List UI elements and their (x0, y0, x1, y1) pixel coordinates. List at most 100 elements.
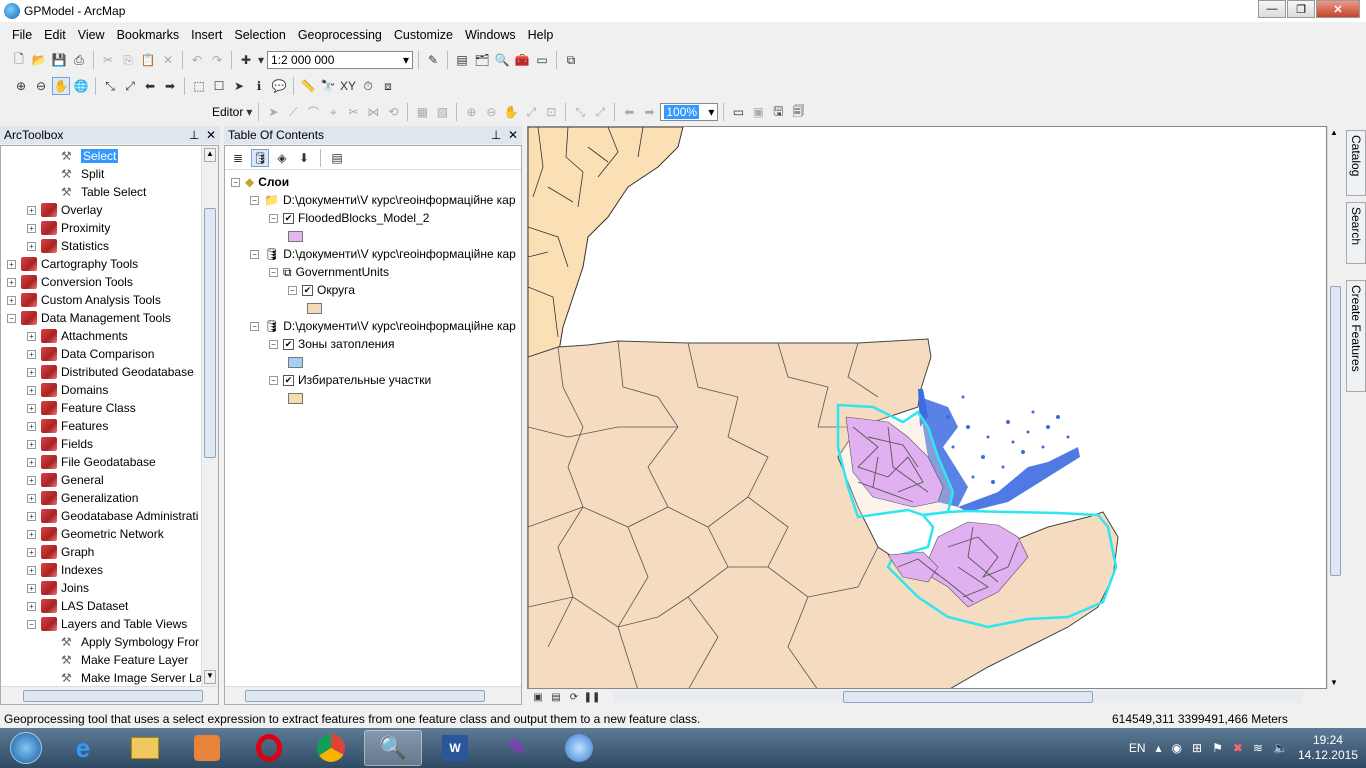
toolbox-tool-item[interactable]: ⚒ Apply Symbology Fror (1, 633, 218, 651)
toc-window-icon[interactable]: ▤ (453, 51, 471, 69)
toolbox-toolset-item[interactable]: + Overlay (1, 201, 218, 219)
globe-taskbar-icon[interactable] (550, 730, 608, 766)
toc-layer-row[interactable]: − ✔ Зоны затопления (231, 335, 521, 353)
list-by-selection-icon[interactable]: ⬇ (295, 149, 313, 167)
menu-insert[interactable]: Insert (185, 28, 228, 42)
clear-selection-icon[interactable]: ☐ (210, 77, 228, 95)
toolbox-tool-item[interactable]: ⚒ Make Image Server Lay (1, 669, 218, 687)
toolbox-toolset-item[interactable]: + Graph (1, 543, 218, 561)
expand-icon[interactable]: + (27, 601, 36, 611)
menu-selection[interactable]: Selection (228, 28, 291, 42)
cut-polygon-icon[interactable]: ✂ (344, 103, 362, 121)
map-vscrollbar[interactable]: ▲ ▼ (1327, 126, 1343, 689)
map-view[interactable] (527, 126, 1327, 689)
word-taskbar-icon[interactable]: W (426, 730, 484, 766)
attributes-icon[interactable]: ▦ (413, 103, 431, 121)
onenote-taskbar-icon[interactable]: ✎ (488, 730, 546, 766)
toolbox-toolset-item[interactable]: + Domains (1, 381, 218, 399)
full-extent-icon[interactable]: 🌐 (72, 77, 90, 95)
edit-tool-icon[interactable]: ➤ (264, 103, 282, 121)
layout-zoom-in-icon[interactable]: ⊕ (462, 103, 480, 121)
toolbox-hscrollbar[interactable] (1, 686, 218, 704)
collapse-icon[interactable]: − (269, 339, 278, 349)
cut-icon[interactable]: ✂ (99, 51, 117, 69)
redo-icon[interactable]: ↷ (208, 51, 226, 69)
list-by-visibility-icon[interactable]: ◈ (273, 149, 291, 167)
fixed-zoom-in-icon[interactable]: ⤡ (101, 77, 119, 95)
collapse-icon[interactable]: − (250, 249, 259, 259)
expand-icon[interactable]: + (27, 223, 36, 233)
pan-icon[interactable]: ✋ (52, 77, 70, 95)
layout-forward-icon[interactable]: ➡ (640, 103, 658, 121)
toolbox-toolset-item[interactable]: + Joins (1, 579, 218, 597)
layout-zoom-select[interactable]: 100% ▾ (660, 103, 719, 121)
save-icon[interactable]: 💾 (50, 51, 68, 69)
toolbox-toolset-item[interactable]: + Data Comparison (1, 345, 218, 363)
copy-icon[interactable]: ⎘ (119, 51, 137, 69)
data-view-icon[interactable]: ▣ (531, 690, 545, 704)
scroll-up-icon[interactable]: ▲ (1330, 128, 1338, 137)
menu-edit[interactable]: Edit (38, 28, 72, 42)
toc-options-icon[interactable]: ▤ (328, 149, 346, 167)
toolbox-toolset-item[interactable]: + Attachments (1, 327, 218, 345)
toolbox-toolset-item[interactable]: + Conversion Tools (1, 273, 218, 291)
catalog-window-icon[interactable]: 🗂 (473, 51, 491, 69)
expand-icon[interactable]: + (27, 475, 36, 485)
menu-customize[interactable]: Customize (388, 28, 459, 42)
toolbox-toolset-item[interactable]: + Statistics (1, 237, 218, 255)
expand-icon[interactable]: + (27, 457, 36, 467)
toolbox-tool-item[interactable]: ⚒ Split (1, 165, 218, 183)
toolbox-tool-item[interactable]: ⚒ Select (1, 147, 218, 165)
identify-icon[interactable]: ℹ (250, 77, 268, 95)
add-data-dropdown-icon[interactable]: ▾ (257, 51, 265, 69)
toolbox-toolset-item[interactable]: + Custom Analysis Tools (1, 291, 218, 309)
menu-help[interactable]: Help (522, 28, 560, 42)
close-button[interactable]: ✕ (1316, 0, 1360, 18)
scroll-thumb[interactable] (204, 208, 216, 458)
map-hscrollbar[interactable] (613, 691, 1303, 703)
list-by-source-icon[interactable]: 🛢 (251, 148, 269, 167)
scroll-thumb[interactable] (1330, 286, 1341, 576)
toolbox-tool-item[interactable]: ⚒ Make Feature Layer (1, 651, 218, 669)
chrome-taskbar-icon[interactable] (302, 730, 360, 766)
layer-visibility-checkbox[interactable]: ✔ (283, 338, 294, 350)
legend-swatch-row[interactable] (231, 299, 521, 317)
reshape-icon[interactable]: ⌖ (324, 103, 342, 121)
clock[interactable]: 19:24 14.12.2015 (1298, 733, 1358, 763)
toolbox-toolset-item[interactable]: + Geometric Network (1, 525, 218, 543)
refresh-icon[interactable]: ⟳ (567, 690, 581, 704)
editor-toolbar-icon[interactable]: ✎ (424, 51, 442, 69)
toolbox-toolset-item[interactable]: + Indexes (1, 561, 218, 579)
toolbox-toolset-item[interactable]: + Features (1, 417, 218, 435)
create-viewer-icon[interactable]: ⧈ (379, 77, 397, 95)
toc-hscrollbar[interactable] (225, 686, 521, 704)
expand-icon[interactable]: + (27, 349, 36, 359)
layout-fixed-in-icon[interactable]: ⤡ (571, 103, 589, 121)
toolbox-toolset-item[interactable]: + Geodatabase Administrati (1, 507, 218, 525)
toggle-draft-icon[interactable]: ▭ (729, 103, 747, 121)
collapse-icon[interactable]: − (250, 321, 259, 331)
pin-icon[interactable]: ⊥ (189, 128, 199, 142)
expand-icon[interactable]: + (7, 259, 16, 269)
new-document-icon[interactable]: 🗋 (10, 51, 28, 69)
collapse-icon[interactable]: − (27, 619, 36, 629)
expand-icon[interactable]: + (27, 367, 36, 377)
collapse-icon[interactable]: − (269, 375, 278, 385)
toc-layer-row[interactable]: − ✔ FloodedBlocks_Model_2 (231, 209, 521, 227)
scroll-up-icon[interactable]: ▲ (204, 148, 216, 162)
expand-icon[interactable]: + (27, 511, 36, 521)
scroll-down-icon[interactable]: ▼ (1330, 678, 1338, 687)
close-icon[interactable]: ✕ (206, 128, 216, 142)
expand-icon[interactable]: + (27, 547, 36, 557)
layout-zoom-out-icon[interactable]: ⊖ (482, 103, 500, 121)
start-button[interactable] (2, 730, 50, 766)
expand-icon[interactable]: + (27, 403, 36, 413)
layout-fixed-out-icon[interactable]: ⤢ (591, 103, 609, 121)
menu-windows[interactable]: Windows (459, 28, 522, 42)
time-slider-icon[interactable]: ⏱ (359, 77, 377, 95)
editor-menu[interactable]: Editor (212, 105, 243, 119)
select-features-icon[interactable]: ⬚ (190, 77, 208, 95)
back-extent-icon[interactable]: ⬅ (141, 77, 159, 95)
endpoint-arc-icon[interactable]: ⌒ (304, 103, 322, 121)
toc-folder-row[interactable]: − 📁 D:\документи\V курс\геоінформаційне ка… (231, 191, 521, 209)
